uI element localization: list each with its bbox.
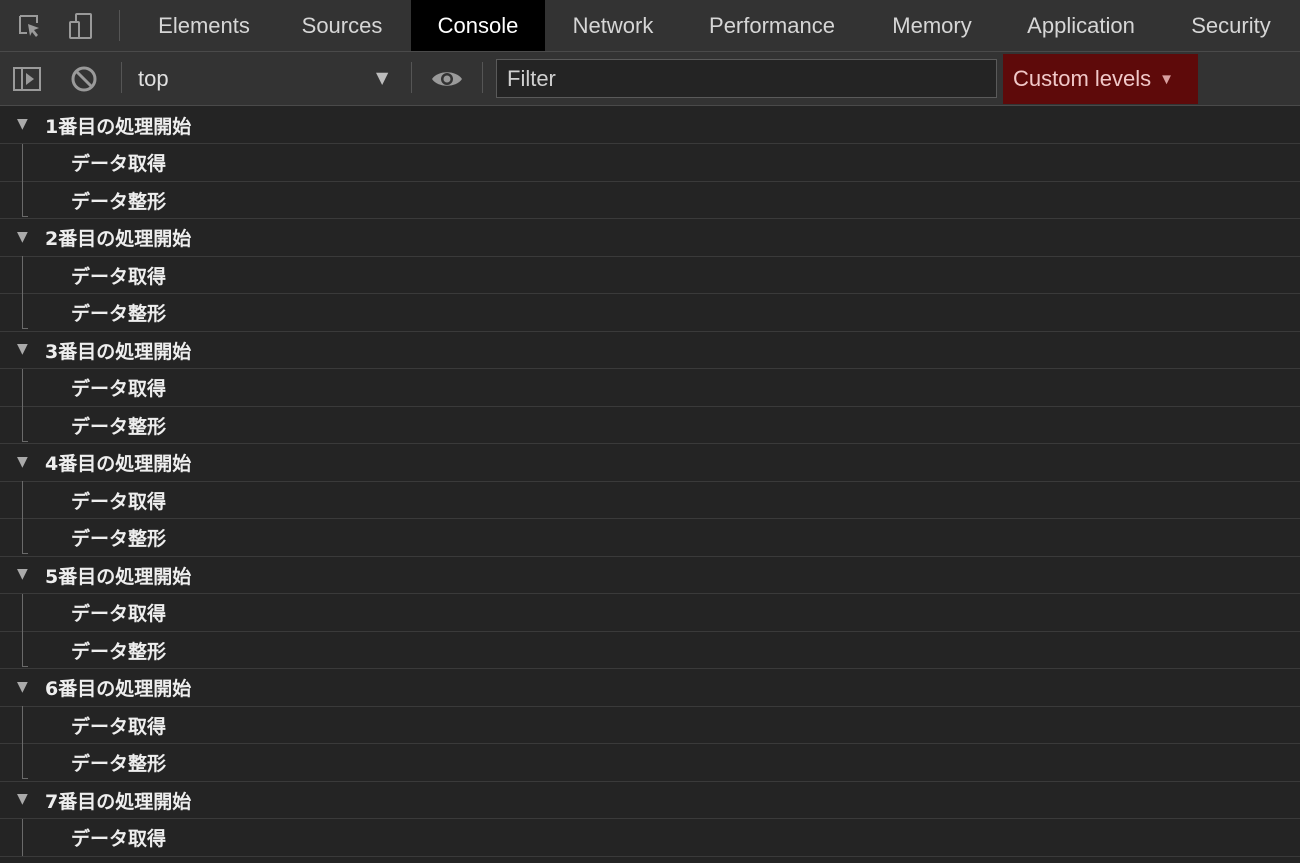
console-message: データ取得 bbox=[0, 145, 1300, 182]
console-message-text: データ整形 bbox=[71, 190, 167, 213]
console-message: データ取得 bbox=[0, 707, 1300, 744]
device-toolbar-icon[interactable] bbox=[64, 0, 100, 51]
console-message-text: データ取得 bbox=[71, 378, 167, 400]
console-message-text: データ取得 bbox=[71, 828, 167, 850]
group-indent-guide bbox=[22, 593, 30, 667]
log-levels-label: Custom levels bbox=[1013, 66, 1152, 91]
live-expression-icon[interactable] bbox=[428, 52, 466, 105]
context-label: top bbox=[138, 65, 169, 91]
group-indent-guide bbox=[22, 368, 30, 442]
tab-elements[interactable]: Elements bbox=[138, 0, 270, 51]
collapse-triangle-icon[interactable]: ▼ bbox=[17, 116, 28, 132]
console-message-text: データ取得 bbox=[71, 715, 167, 738]
console-message-text: データ整形 bbox=[71, 753, 167, 775]
console-group-header[interactable]: ▼ 7番目の処理開始 bbox=[0, 782, 1300, 819]
console-group-header[interactable]: ▼ 5番目の処理開始 bbox=[0, 557, 1300, 594]
console-message-text: データ取得 bbox=[71, 153, 167, 175]
console-toolbar: top ▼ Filter Custom levels ▼ bbox=[0, 52, 1300, 106]
tab-memory[interactable]: Memory bbox=[872, 0, 992, 51]
console-message: データ整形 bbox=[0, 407, 1300, 444]
tabbar-divider bbox=[119, 10, 120, 41]
inspect-element-icon[interactable] bbox=[12, 0, 48, 51]
console-message: データ取得 bbox=[0, 595, 1300, 632]
console-message: データ取得 bbox=[0, 820, 1300, 857]
collapse-triangle-icon[interactable]: ▼ bbox=[17, 341, 28, 357]
console-group-label: 1番目の処理開始 bbox=[45, 115, 192, 138]
console-group-label: 7番目の処理開始 bbox=[45, 790, 192, 813]
group-indent-guide bbox=[22, 256, 30, 329]
console-group-header[interactable]: ▼ 6番目の処理開始 bbox=[0, 670, 1300, 707]
show-sidebar-icon[interactable] bbox=[10, 52, 44, 105]
console-message-text: データ取得 bbox=[71, 265, 167, 288]
tab-console[interactable]: Console bbox=[411, 0, 545, 51]
console-message-text: データ取得 bbox=[71, 603, 167, 625]
group-indent-guide bbox=[22, 481, 30, 554]
filter-input[interactable]: Filter bbox=[496, 59, 997, 98]
console-message-text: データ整形 bbox=[71, 303, 167, 325]
toolbar-divider bbox=[411, 62, 412, 93]
console-message: データ取得 bbox=[0, 482, 1300, 519]
console-group-label: 3番目の処理開始 bbox=[45, 340, 192, 363]
collapse-triangle-icon[interactable]: ▼ bbox=[17, 229, 28, 245]
group-indent-guide bbox=[22, 143, 30, 217]
console-message: データ整形 bbox=[0, 295, 1300, 332]
console-message-text: データ取得 bbox=[71, 490, 167, 513]
console-group-header[interactable]: ▼ 3番目の処理開始 bbox=[0, 332, 1300, 369]
console-output: ▼ 1番目の処理開始 データ取得 データ整形 ▼ 2番目の処理開始 データ取得 データ整形 ▼ 3… bbox=[0, 107, 1300, 863]
console-group-header[interactable]: ▼ 1番目の処理開始 bbox=[0, 107, 1300, 144]
console-message-text: データ整形 bbox=[71, 415, 167, 438]
devtools-tabbar: Elements Sources Console Network Perform… bbox=[0, 0, 1300, 52]
console-message-text: データ整形 bbox=[71, 528, 167, 550]
group-indent-guide bbox=[22, 706, 30, 779]
group-indent-guide bbox=[22, 818, 30, 856]
log-levels-dropdown[interactable]: Custom levels ▼ bbox=[1003, 54, 1198, 104]
console-message: データ整形 bbox=[0, 182, 1300, 219]
console-message: データ取得 bbox=[0, 370, 1300, 407]
toolbar-divider bbox=[121, 62, 122, 93]
toolbar-divider bbox=[482, 62, 483, 93]
console-group-label: 5番目の処理開始 bbox=[45, 565, 192, 588]
chevron-down-icon[interactable]: ▼ bbox=[376, 68, 388, 87]
console-group-header[interactable]: ▼ 2番目の処理開始 bbox=[0, 220, 1300, 257]
collapse-triangle-icon[interactable]: ▼ bbox=[17, 679, 28, 695]
console-group-label: 6番目の処理開始 bbox=[45, 678, 192, 700]
tab-security[interactable]: Security bbox=[1172, 0, 1290, 51]
console-message-text: データ整形 bbox=[71, 640, 167, 663]
console-group-header[interactable]: ▼ 4番目の処理開始 bbox=[0, 445, 1300, 482]
console-message: データ整形 bbox=[0, 520, 1300, 557]
tab-performance[interactable]: Performance bbox=[690, 0, 854, 51]
console-message: データ取得 bbox=[0, 257, 1300, 294]
tab-network[interactable]: Network bbox=[553, 0, 673, 51]
collapse-triangle-icon[interactable]: ▼ bbox=[17, 566, 28, 582]
tab-application[interactable]: Application bbox=[1008, 0, 1154, 51]
collapse-triangle-icon[interactable]: ▼ bbox=[17, 791, 28, 807]
chevron-down-icon: ▼ bbox=[1159, 70, 1175, 88]
console-group-label: 4番目の処理開始 bbox=[45, 453, 192, 475]
console-message: データ整形 bbox=[0, 632, 1300, 669]
filter-placeholder: Filter bbox=[507, 66, 556, 91]
console-message: データ整形 bbox=[0, 745, 1300, 782]
console-group-label: 2番目の処理開始 bbox=[45, 228, 192, 250]
context-selector[interactable]: top bbox=[138, 52, 398, 105]
clear-console-icon[interactable] bbox=[66, 52, 102, 105]
tab-sources[interactable]: Sources bbox=[282, 0, 402, 51]
collapse-triangle-icon[interactable]: ▼ bbox=[17, 454, 28, 470]
